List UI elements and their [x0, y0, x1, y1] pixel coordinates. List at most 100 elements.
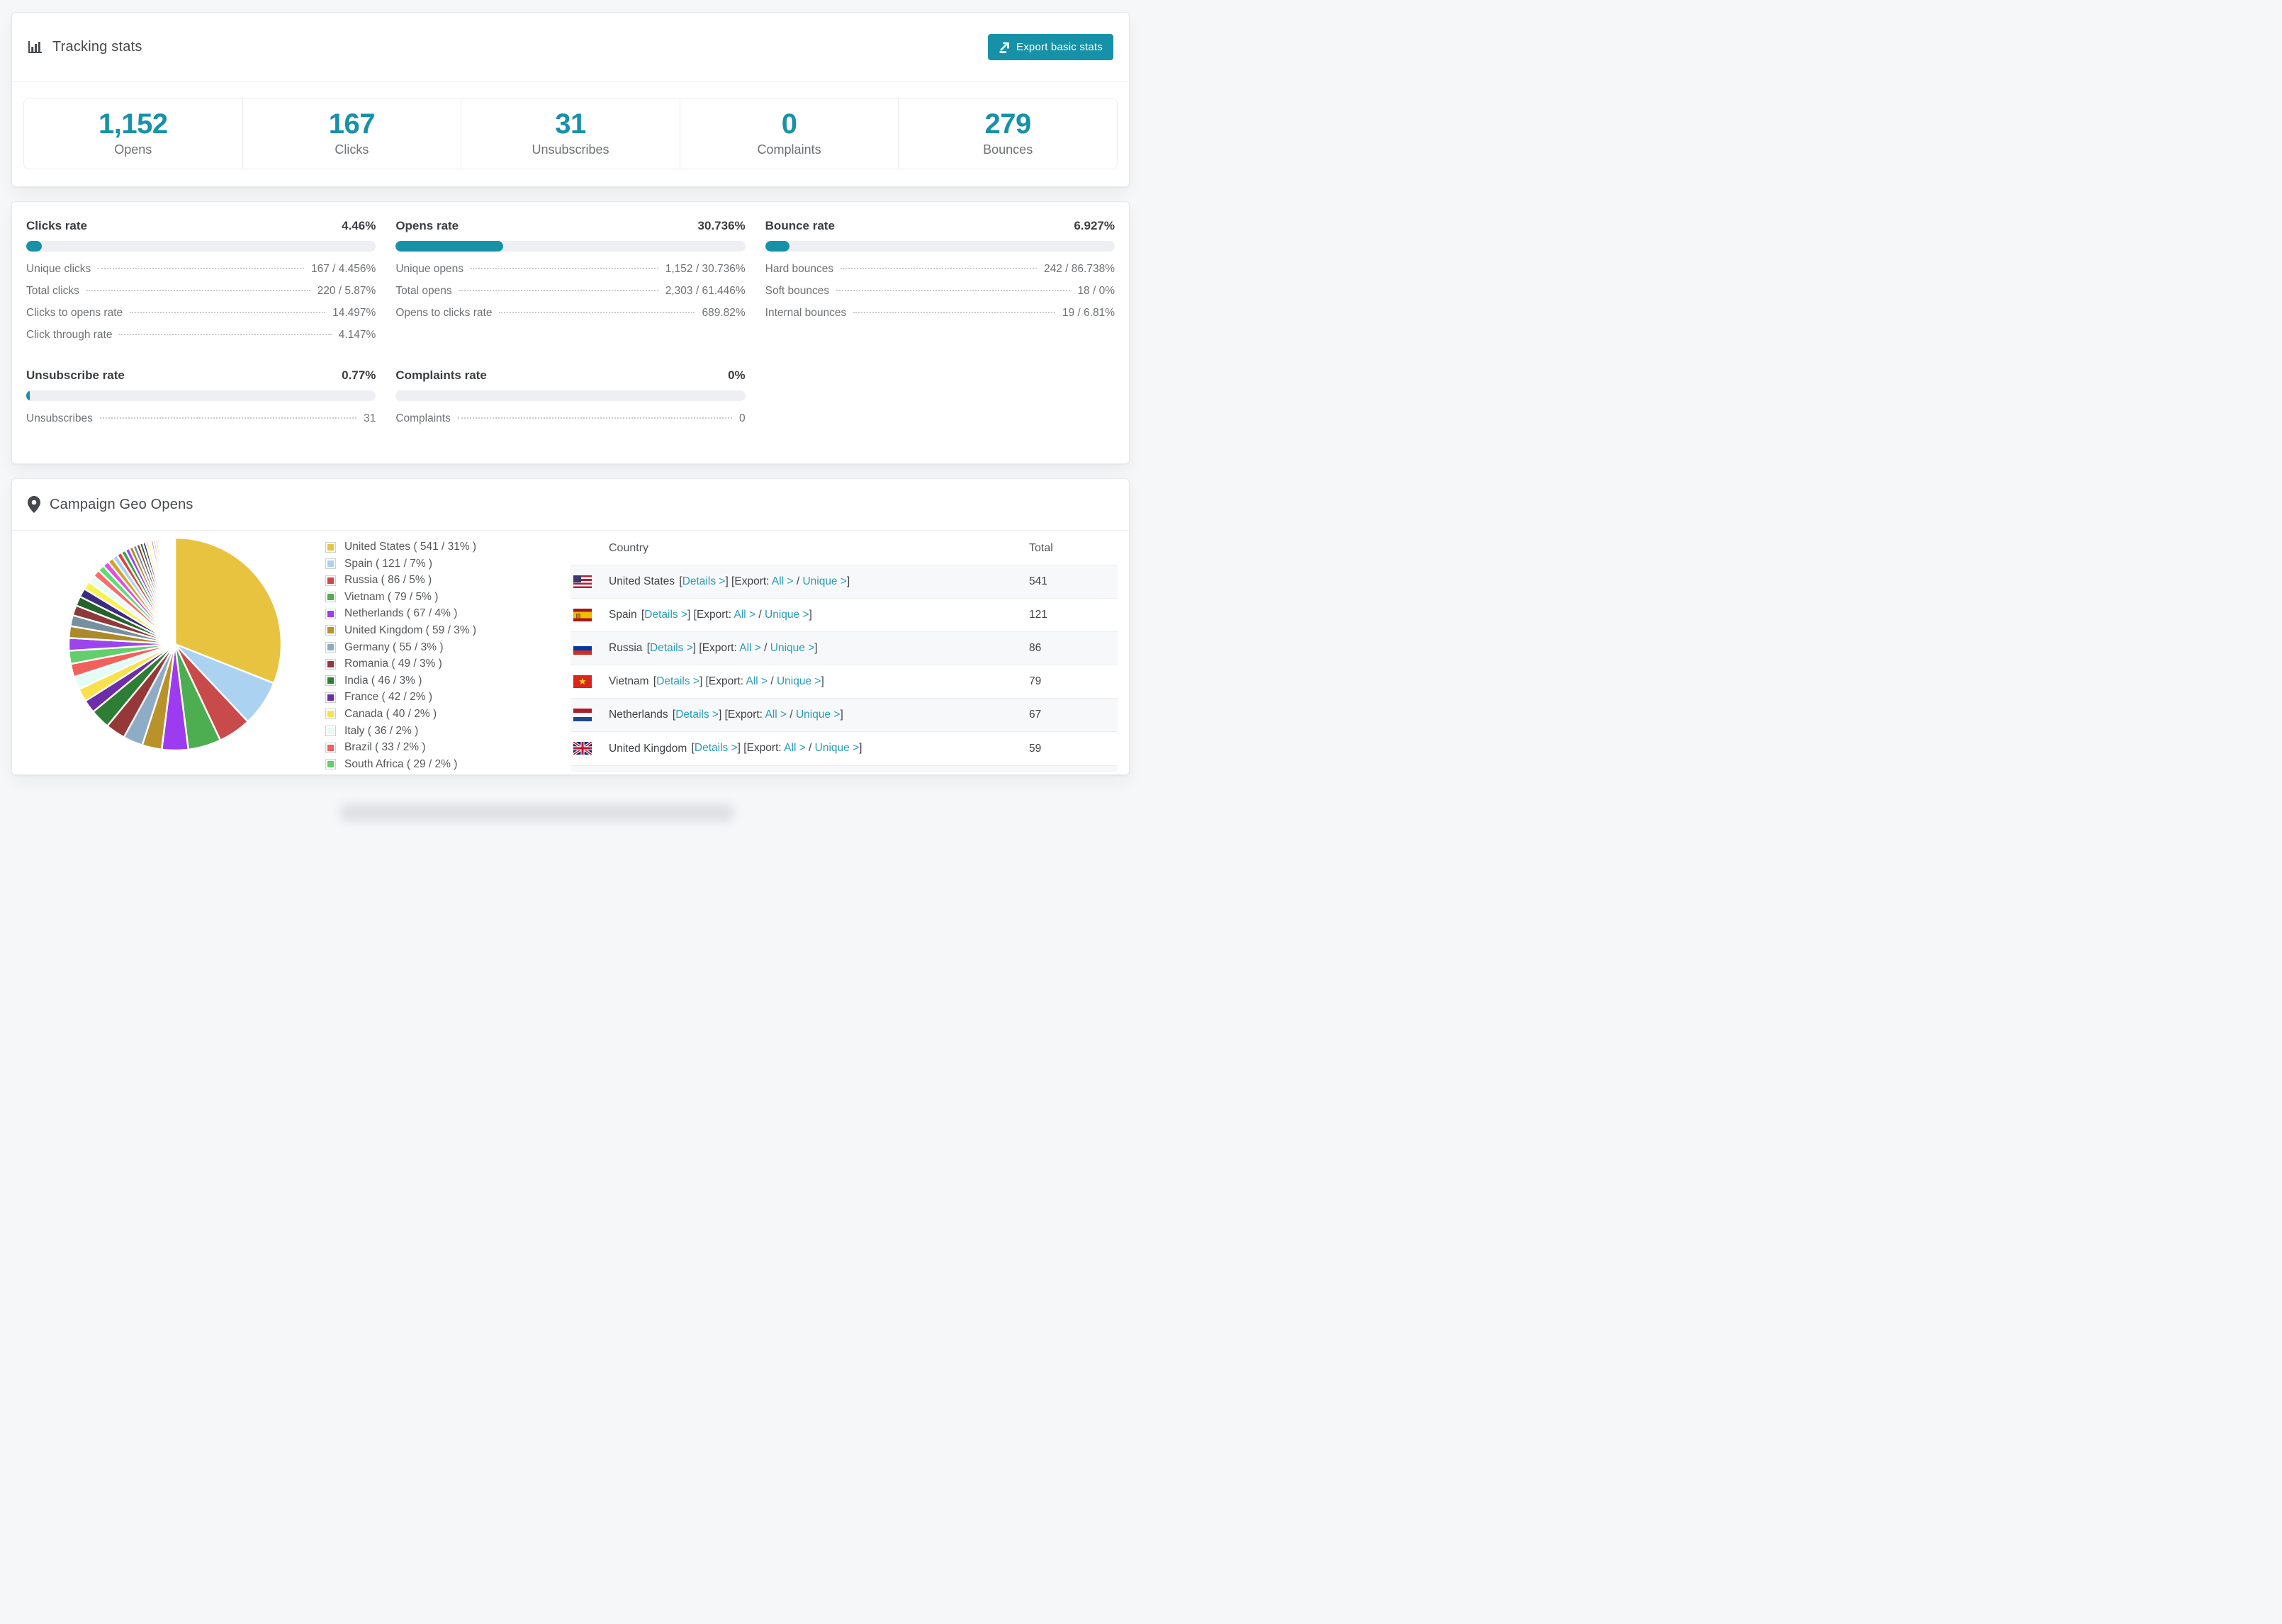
legend-label: Vietnam ( 79 / 5% ) [344, 590, 439, 603]
country-column-header: Country [609, 542, 649, 554]
rate-stat-value: 18 / 0% [1077, 285, 1115, 297]
rate-stat-value: 242 / 86.738% [1044, 263, 1115, 275]
rate-stat-row: Unsubscribes 31 [26, 412, 376, 425]
legend-label: India ( 46 / 3% ) [344, 674, 422, 687]
total-column-header: Total [1029, 542, 1053, 554]
details-link[interactable]: Details > [682, 575, 726, 587]
geo-table-row-es: Spain [Details >] [Export: All > / Uniqu… [570, 598, 1118, 632]
geo-table: Country Total United States [Details >] … [570, 534, 1118, 772]
rate-block-unsubscribe-rate: Unsubscribe rate 0.77% Unsubscribes 31 [26, 368, 376, 425]
page-background: Tracking stats Export basic stats 1,152 O… [0, 0, 1141, 822]
legend-label: Romania ( 49 / 3% ) [344, 658, 442, 670]
rate-stat-label: Complaints [395, 412, 451, 424]
legend-swatch [325, 675, 336, 687]
legend-label: Netherlands ( 67 / 4% ) [344, 607, 458, 620]
bracket-text: [ [638, 609, 645, 621]
details-link[interactable]: Details > [695, 743, 738, 755]
bracket-text: [ [643, 642, 651, 655]
bracket-text: ] [814, 642, 818, 655]
map-pin-icon [28, 496, 40, 513]
export-all-link[interactable]: All > [772, 575, 794, 587]
rates-grid: Clicks rate 4.46% Unique clicks 167 / 4.456… [12, 202, 1129, 463]
export-unique-link[interactable]: Unique > [796, 709, 840, 721]
export-all-link[interactable]: All > [784, 743, 806, 755]
geo-table-row-gb: United Kingdom [Details >] [Export: All … [570, 731, 1118, 766]
rate-block-bounce-rate: Bounce rate 6.927% Hard bounces 242 / 86.73… [765, 219, 1115, 342]
export-all-link[interactable]: All > [765, 709, 787, 721]
bracket-text: [ [676, 575, 682, 588]
progress-track [395, 390, 746, 401]
legend-label: Spain ( 121 / 7% ) [344, 557, 433, 570]
export-unique-link[interactable]: Unique > [815, 743, 859, 755]
legend-label: Germany ( 55 / 3% ) [344, 641, 444, 653]
flag-vietnam-icon [573, 675, 592, 689]
rate-stat-value: 2,303 / 61.446% [665, 285, 746, 297]
export-prefix: Export: [746, 742, 782, 755]
rate-stat-label: Soft bounces [765, 285, 830, 297]
bracket-text: [ [669, 709, 676, 721]
rates-card: Clicks rate 4.46% Unique clicks 167 / 4.456… [11, 201, 1130, 464]
stat-box-unsubscribes: 31 Unsubscribes [461, 98, 680, 169]
pie-slice-other[interactable] [173, 536, 176, 645]
export-all-link[interactable]: All > [739, 642, 761, 654]
bracket-text: ] [821, 675, 824, 688]
legend-item-india: India ( 46 / 3% ) [325, 675, 502, 687]
stat-label: Bounces [983, 142, 1033, 157]
legend-swatch [325, 625, 336, 636]
legend-swatch [325, 541, 336, 553]
details-link[interactable]: Details > [656, 675, 699, 687]
progress-track [765, 241, 1115, 252]
legend-swatch [325, 592, 336, 603]
legend-swatch [325, 692, 336, 703]
legend-swatch [325, 608, 336, 619]
dotted-leader [98, 268, 304, 269]
rate-stat-label: Internal bounces [765, 307, 847, 319]
flag-spain-icon [573, 609, 592, 622]
rate-stat-row: Hard bounces 242 / 86.738% [765, 263, 1115, 276]
bar-chart-icon [28, 40, 43, 55]
export-all-link[interactable]: All > [746, 675, 768, 687]
stat-value: 1,152 [98, 108, 168, 140]
export-unique-link[interactable]: Unique > [777, 675, 821, 687]
bracket-text: ] [ [699, 675, 709, 688]
dotted-leader [130, 312, 326, 313]
dotted-leader [836, 290, 1071, 291]
export-icon [999, 42, 1010, 53]
export-unique-link[interactable]: Unique > [770, 642, 814, 654]
export-unique-link[interactable]: Unique > [765, 609, 809, 621]
dotted-leader [459, 290, 658, 291]
bracket-text: ] [ [692, 642, 702, 655]
details-link[interactable]: Details > [675, 709, 719, 721]
rate-stat-value: 167 / 4.456% [310, 263, 376, 275]
geo-table-row-de: Germany [Details >] [Export: All > / Uni… [570, 765, 1118, 772]
rate-value: 0% [728, 368, 746, 382]
geo-title-row: Campaign Geo Opens [28, 496, 193, 513]
tracking-stats-card: Tracking stats Export basic stats 1,152 O… [11, 12, 1130, 187]
geo-opens-card: Campaign Geo Opens United States ( 541 /… [11, 478, 1130, 776]
rate-stat-label: Unique clicks [26, 263, 91, 275]
legend-label: Canada ( 40 / 2% ) [344, 707, 437, 720]
export-prefix: Export: [708, 675, 743, 688]
total-value: 541 [1028, 564, 1118, 599]
rate-block-opens-rate: Opens rate 30.736% Unique opens 1,152 / 30.… [395, 219, 746, 342]
legend-item-united-kingdom: United Kingdom ( 59 / 3% ) [325, 624, 502, 637]
stat-label: Clicks [335, 142, 369, 157]
dotted-leader [841, 268, 1038, 269]
export-basic-stats-button[interactable]: Export basic stats [988, 34, 1113, 60]
bracket-text: [ [650, 675, 657, 688]
legend-swatch [325, 558, 336, 570]
slash-text: / [787, 709, 796, 721]
export-button-label: Export basic stats [1016, 41, 1103, 53]
rate-block-clicks-rate: Clicks rate 4.46% Unique clicks 167 / 4.456… [26, 219, 376, 342]
details-link[interactable]: Details > [650, 642, 693, 654]
legend-swatch [325, 709, 336, 720]
total-value: 86 [1028, 631, 1118, 665]
rate-stat-label: Total clicks [26, 285, 79, 297]
rate-stat-value: 1,152 / 30.736% [665, 263, 746, 275]
rate-stat-value: 14.497% [332, 307, 376, 319]
legend-label: France ( 42 / 2% ) [344, 691, 433, 704]
export-unique-link[interactable]: Unique > [802, 575, 846, 587]
details-link[interactable]: Details > [644, 609, 687, 621]
legend-label: United Kingdom ( 59 / 3% ) [344, 624, 477, 636]
export-all-link[interactable]: All > [734, 609, 756, 621]
